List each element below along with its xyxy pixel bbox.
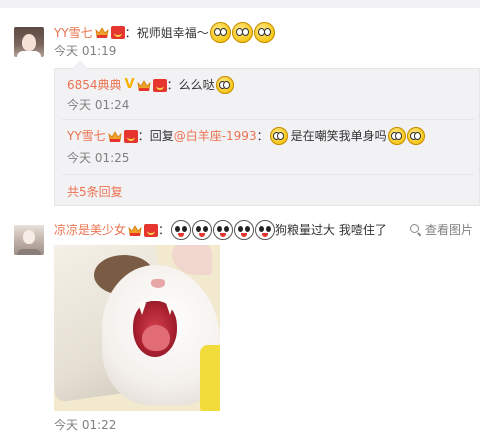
image-yellow-object — [200, 345, 220, 411]
separator: ： — [158, 223, 171, 237]
panda-mouth — [220, 233, 227, 237]
reply-line: 6854典典 V ： 么么哒 — [67, 76, 234, 94]
emoji-sad-icon — [387, 127, 406, 145]
panda-icon — [255, 220, 276, 240]
emoji-drool-icon — [215, 76, 234, 94]
zoom-icon — [410, 224, 421, 235]
vip-crown-icon[interactable] — [128, 224, 142, 237]
view-image-label: 查看图片 — [425, 223, 474, 237]
timestamp: 今天 01:19 — [54, 44, 117, 58]
image-fang — [166, 303, 174, 315]
panda-icon — [192, 220, 213, 240]
avatar-cloth — [17, 51, 41, 57]
comment-line: YY雪七 ： 祝师姐幸福～ — [54, 22, 275, 43]
separator: ： — [137, 129, 150, 143]
reply-text: 是在嘲笑我单身吗 — [290, 129, 387, 143]
verified-v-icon: V — [124, 77, 135, 92]
separator: ： — [166, 78, 179, 92]
panda-mouth — [178, 233, 185, 237]
image-fang — [138, 303, 146, 315]
reply-divider — [62, 119, 474, 120]
emoji-sad-icon — [269, 127, 288, 145]
username[interactable]: YY雪七 — [54, 24, 93, 42]
avatar-face — [22, 34, 36, 51]
image-tongue — [142, 325, 170, 351]
more-replies-link[interactable]: 共5条回复 — [67, 183, 123, 200]
username[interactable]: YY雪七 — [67, 127, 106, 145]
username[interactable]: 6854典典 — [67, 76, 122, 94]
emoji-drool-icon — [231, 22, 253, 43]
top-strip — [0, 0, 480, 8]
reply-text: 么么哒 — [178, 78, 215, 92]
panda-icon — [234, 220, 255, 240]
member-badge-icon[interactable] — [123, 129, 138, 143]
reply-line: YY雪七 ： 回复 @白羊座-1993 ： 是在嘲笑我单身吗 — [67, 127, 425, 145]
timestamp: 今天 01:25 — [67, 151, 130, 165]
timestamp: 今天 01:22 — [54, 418, 117, 432]
emoji-drool-icon — [209, 22, 231, 43]
vip-crown-icon[interactable] — [108, 130, 122, 143]
panda-mouth — [199, 233, 206, 237]
comment-line: 凉凉是美少女 ： 狗粮量过大 我噎住了 — [54, 220, 387, 240]
panda-icon — [213, 220, 234, 240]
emoji-sad-icon — [406, 127, 425, 145]
separator: ： — [124, 25, 137, 40]
avatar-cloth — [17, 249, 41, 255]
comment-image[interactable] — [54, 245, 220, 411]
separator: ： — [256, 129, 269, 143]
member-badge-icon[interactable] — [152, 78, 167, 92]
username[interactable]: 凉凉是美少女 — [54, 221, 126, 239]
member-badge-icon[interactable] — [144, 223, 159, 237]
panda-icon — [171, 220, 192, 240]
image-nose — [151, 279, 165, 288]
view-image-link[interactable]: 查看图片 — [410, 221, 473, 238]
avatar-face — [23, 230, 35, 244]
comment-text: 狗粮量过大 我噎住了 — [275, 223, 387, 237]
member-badge-icon[interactable] — [110, 26, 125, 39]
panda-mouth — [241, 233, 248, 237]
reply-arrow-inner — [73, 62, 87, 69]
reply-divider — [62, 174, 474, 175]
emoji-drool-icon — [253, 22, 275, 43]
comment-text: 祝师姐幸福～ — [136, 25, 209, 40]
reply-prefix: 回复 — [149, 129, 174, 143]
comment-thread: YY雪七 ： 祝师姐幸福～ 今天 01:19 6854典典 V ： 么么哒 今天… — [0, 0, 480, 437]
avatar[interactable] — [14, 225, 44, 255]
timestamp: 今天 01:24 — [67, 98, 130, 112]
vip-crown-icon[interactable] — [137, 79, 151, 92]
vip-crown-icon[interactable] — [95, 26, 109, 39]
mention-link[interactable]: @白羊座-1993 — [174, 127, 257, 145]
panda-mouth — [262, 233, 269, 237]
avatar[interactable] — [14, 27, 44, 57]
